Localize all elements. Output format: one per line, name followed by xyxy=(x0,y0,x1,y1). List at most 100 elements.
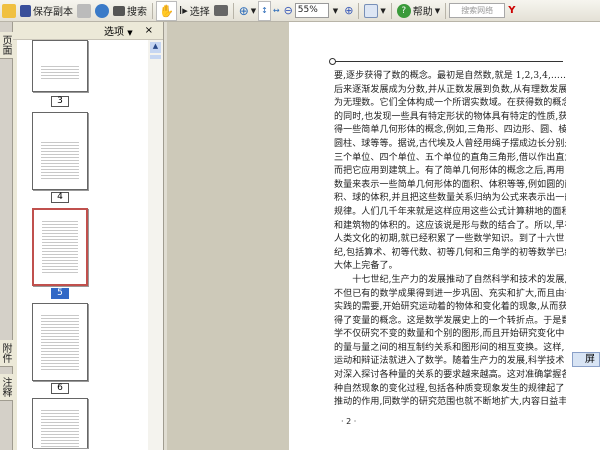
text-line: 要,逐步获得了数的概念。最初是自然数,就是 1,2,3,4,…… xyxy=(334,71,566,81)
scroll-thumb[interactable] xyxy=(150,55,161,59)
zoom-out-button[interactable]: ⊖ xyxy=(282,1,295,21)
page-body-text: 要,逐步获得了数的概念。最初是自然数,就是 1,2,3,4,…… 后来逐渐发展成为… xyxy=(334,70,566,410)
page-number: · 2 · xyxy=(341,417,357,426)
chevron-down-icon: ▼ xyxy=(127,29,133,37)
text-line: 规律。人们几千年来就是这样应用这些公式计算耕地的面积 xyxy=(334,206,566,217)
scroll-up-icon[interactable]: ▲ xyxy=(150,42,161,53)
minus-circle-icon: ⊖ xyxy=(283,4,293,17)
text-line: 十七世纪,生产力的发展推动了自然科学和技术的发展, xyxy=(334,274,566,285)
hand-tool-button[interactable]: ✋ xyxy=(156,0,177,21)
text-line: 不但已有的数学成果得到进一步巩固、充实和扩大,而且由于 xyxy=(334,288,566,299)
header-rule xyxy=(333,61,563,62)
floppy-disk-icon xyxy=(20,4,31,17)
tab-attachments[interactable]: 附件 xyxy=(0,340,13,367)
panel-header: 选项 ▼ × xyxy=(13,22,163,40)
text-line: 的同时,也发现一些具有特定形状的物体具有特定的性质,获 xyxy=(334,111,566,122)
text-line: 推动的作用,同数学的研究范围也就不断地扩大,内容日益丰 xyxy=(334,397,566,408)
page-thumbnail-selected[interactable] xyxy=(32,208,88,286)
web-search-input[interactable]: 搜索网络 xyxy=(449,3,506,18)
sidebar-tabs: 页面 附件 注释 xyxy=(0,22,13,450)
separator xyxy=(390,2,392,19)
text-line: 和建筑物的体积的。这应该说是形与数的结合了。所以,早在 xyxy=(334,220,566,231)
document-page: 要,逐步获得了数的概念。最初是自然数,就是 1,2,3,4,…… 后来逐渐发展成为… xyxy=(289,22,600,450)
select-tool-button[interactable]: I▸ 选择 xyxy=(177,1,212,21)
printer-icon xyxy=(77,3,91,18)
thumb-text xyxy=(41,141,79,179)
text-line: 学不仅研究不变的数量和个别的图形,而且开始研究变化中 xyxy=(334,329,565,340)
help-button[interactable]: ? 帮助 ▼ xyxy=(395,1,442,21)
text-line: 数量来表示一些简单几何形体的面积、体积等等,例如圆的面 xyxy=(334,179,566,190)
email-button[interactable] xyxy=(93,1,111,21)
text-line: 而把它应用到建筑上。有了简单几何形体的概念之后,再用 xyxy=(334,166,565,177)
header-ornament xyxy=(329,58,336,65)
thumbnail-list: 3 4 5 6 xyxy=(17,40,148,450)
open-button[interactable] xyxy=(0,1,18,21)
close-panel-button[interactable]: × xyxy=(145,25,153,36)
text-line: 积、球的体积,并且把这些数量关系归纳为公式来表示出一般 xyxy=(334,193,566,204)
chevron-down-icon: ▼ xyxy=(380,6,386,15)
page-number-label: 3 xyxy=(51,96,69,107)
text-line: 的量与量之间的相互制约关系和图形间的相互变换。这样, xyxy=(334,342,565,353)
page-number-label: 6 xyxy=(51,383,69,394)
page-number-label: 4 xyxy=(51,192,69,203)
thumb-text xyxy=(41,65,79,81)
tooltip: 屏 xyxy=(572,352,600,367)
fit-width-icon: ↔ xyxy=(272,6,280,15)
camera-icon xyxy=(213,5,228,16)
magnifier-plus-icon: ⊕ xyxy=(238,3,249,18)
snapshot-button[interactable] xyxy=(212,1,230,21)
thumbnail-panel: 选项 ▼ × 3 4 5 6 ▲ xyxy=(13,22,163,450)
plus-circle-icon: ⊕ xyxy=(344,4,354,17)
thumb-text xyxy=(42,220,78,274)
text-line: 得一些简单几何形体的概念,例如,三角形、四边形、圆、棱柱、 xyxy=(334,125,566,136)
text-line: 大体上完备了。 xyxy=(334,261,398,272)
options-label: 选项 xyxy=(104,27,125,38)
text-line: 种自然现象的变化过程,包括各种质变现象发生的规律起了 xyxy=(334,383,565,394)
text-line: 运动和辩证法就进入了数学。随着生产力的发展,科学技术 xyxy=(334,356,565,367)
page-thumbnail[interactable] xyxy=(32,40,88,92)
text-line: 对深入探讨各种量的关系的要求越来越高。这对准确掌握各 xyxy=(334,370,566,381)
document-background xyxy=(167,22,289,450)
toolbar: 保存副本 搜索 ✋ I▸ 选择 ⊕ ▼ ↕ ↔ ⊖ 55% ▼ ⊕ ▼ ? 帮助 ▼ 搜… xyxy=(0,0,600,22)
globe-mail-icon xyxy=(95,3,109,18)
yahoo-icon[interactable]: Y xyxy=(508,5,515,16)
page-number-label-selected: 5 xyxy=(51,288,69,299)
hand-icon: ✋ xyxy=(159,3,174,18)
tab-comments[interactable]: 注释 xyxy=(0,374,13,401)
chevron-down-icon: ▼ xyxy=(434,6,441,15)
text-line: 三个单位、四个单位、五个单位的直角三角形,借以作出直角, xyxy=(334,152,566,163)
rotate-button[interactable]: ▼ xyxy=(362,1,387,21)
binoculars-icon xyxy=(113,5,125,16)
separator xyxy=(232,2,234,19)
save-copy-label: 保存副本 xyxy=(33,7,73,18)
fit-page-icon: ↕ xyxy=(261,6,268,15)
page-rotate-icon xyxy=(364,3,379,18)
text-line: 后来逐渐发展成为分数,并从正数发展到负数,从有理数发展 xyxy=(334,84,566,95)
fit-page-button[interactable]: ↕ xyxy=(258,0,271,21)
zoom-input[interactable]: 55% xyxy=(294,3,329,18)
help-label: 帮助 xyxy=(412,7,433,18)
text-line: 纪,包括算术、初等代数、初等几何和三角学的初等数学已经 xyxy=(334,247,566,258)
separator xyxy=(358,2,360,19)
help-icon: ? xyxy=(396,3,411,18)
search-button[interactable]: 搜索 xyxy=(111,1,149,21)
text-line: 人类文化的初期,就已经积累了一些数学知识。到了十六世 xyxy=(334,234,565,245)
separator xyxy=(152,2,153,19)
select-label: 选择 xyxy=(189,7,210,18)
fit-width-button[interactable]: ↔ xyxy=(271,1,282,21)
search-label: 搜索 xyxy=(127,7,147,18)
zoom-dropdown-icon[interactable]: ▼ xyxy=(333,7,338,15)
zoom-in-tool-button[interactable]: ⊕ ▼ xyxy=(237,1,258,21)
tab-pages[interactable]: 页面 xyxy=(0,32,13,59)
thumb-text xyxy=(41,409,79,448)
page-thumbnail[interactable] xyxy=(32,303,88,381)
options-menu[interactable]: 选项 ▼ xyxy=(104,23,133,38)
print-button[interactable] xyxy=(75,1,93,21)
save-copy-button[interactable]: 保存副本 xyxy=(18,1,75,21)
page-thumbnail[interactable] xyxy=(32,112,88,190)
zoom-in-button[interactable]: ⊕ xyxy=(342,1,355,21)
page-thumbnail[interactable] xyxy=(32,398,88,448)
thumbnail-scrollbar[interactable]: ▲ xyxy=(148,40,163,450)
text-cursor-icon: I▸ xyxy=(178,4,188,17)
text-line: 得了变量的概念。这是数学发展史上的一个转折点。于是数 xyxy=(334,315,566,326)
